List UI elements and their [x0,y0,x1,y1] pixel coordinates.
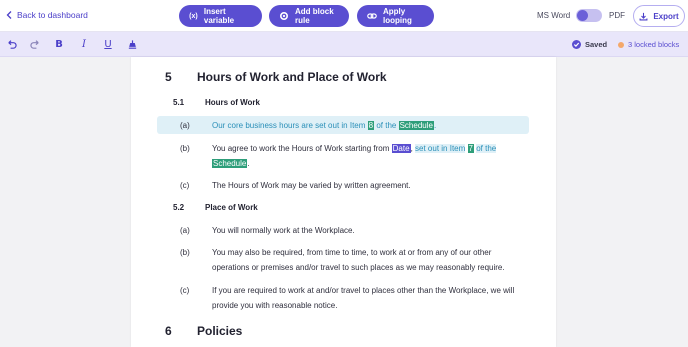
italic-button[interactable]: I [77,37,91,51]
saved-label: Saved [585,40,608,49]
export-label: Export [653,11,679,21]
variable-tag[interactable]: 8 [367,121,375,130]
subsection-title: Hours of Work [205,98,260,107]
clause-text-continued[interactable]: Schedule. [212,159,250,168]
underline-button[interactable]: U [101,37,115,51]
link-icon [367,11,377,21]
stamp-icon[interactable] [125,37,139,51]
clause-text-segment: , [410,144,413,153]
undo-icon[interactable] [4,37,18,51]
bold-button[interactable]: B [52,37,66,51]
export-button[interactable]: Export [633,5,685,27]
toggle-knob [577,10,588,21]
apply-looping-label: Apply looping [383,7,412,25]
clause-text-segment: . [433,121,437,130]
chevron-left-icon [6,11,12,19]
variable-tag[interactable]: Schedule [398,121,434,130]
gear-icon [279,11,289,21]
subsection-title: Place of Work [205,203,258,212]
clause-label: (b) [180,248,190,257]
top-bar: Back to dashboard (x) Insert variable Ad… [0,0,688,32]
add-block-rule-button[interactable]: Add block rule [269,5,349,27]
clause-text[interactable]: You agree to work the Hours of Work star… [212,144,497,153]
variable-tag[interactable]: Date [391,144,411,153]
clause-text-segment: Our core business hours are set out in I… [212,121,366,130]
insert-variable-label: Insert variable [203,7,235,25]
add-block-rule-label: Add block rule [295,7,334,25]
clause-text-continued[interactable]: provide you with reasonable notice. [212,301,337,310]
subsection-number: 5.2 [173,203,185,212]
variable-tag[interactable]: Schedule [212,159,248,168]
back-label: Back to dashboard [17,10,88,20]
download-icon [639,12,648,20]
clause-text-segment: of the [376,121,397,130]
document-page: 5 Hours of Work and Place of Work 5.1 Ho… [131,57,556,347]
looping-text[interactable]: of the [476,144,497,153]
apply-looping-button[interactable]: Apply looping [357,5,434,27]
clause-text[interactable]: Our core business hours are set out in I… [212,121,436,130]
clause-text[interactable]: You may also be required, from time to t… [212,248,491,257]
clause-text-segment: . [247,159,250,168]
clause-label: (a) [180,121,190,130]
format-word-label: MS Word [537,11,571,20]
variable-tag[interactable]: 7 [467,144,474,153]
section-title: Policies [197,324,243,338]
clause-text[interactable]: The Hours of Work may be varied by writt… [212,181,411,190]
status-dot-icon [618,41,624,48]
check-icon [572,40,581,49]
formatting-toolbar: B I U Saved 3 locked blocks [0,32,688,57]
section-title: Hours of Work and Place of Work [197,70,387,84]
clause-text-continued[interactable]: operations or premises and/or travel to … [212,263,505,272]
clause-label: (c) [180,181,190,190]
clause-text[interactable]: If you are required to work at and/or tr… [212,286,514,295]
looping-text[interactable]: set out in Item [415,144,466,153]
redo-icon[interactable] [28,37,42,51]
back-to-dashboard-link[interactable]: Back to dashboard [6,10,88,20]
clause-text-segment: You agree to work the Hours of Work star… [212,144,390,153]
section-number: 5 [165,70,172,84]
section-number: 6 [165,324,172,338]
insert-variable-button[interactable]: (x) Insert variable [179,5,262,27]
locked-label: 3 locked blocks [628,40,680,49]
clause-label: (a) [180,226,190,235]
clause-text[interactable]: You will normally work at the Workplace. [212,226,355,235]
variable-icon: (x) [189,12,198,20]
clause-label: (b) [180,144,190,153]
locked-blocks-status[interactable]: 3 locked blocks [618,40,679,49]
clause-label: (c) [180,286,190,295]
format-pdf-label: PDF [609,11,625,20]
saved-status: Saved [572,40,607,49]
format-toggle[interactable] [576,9,602,22]
subsection-number: 5.1 [173,98,185,107]
